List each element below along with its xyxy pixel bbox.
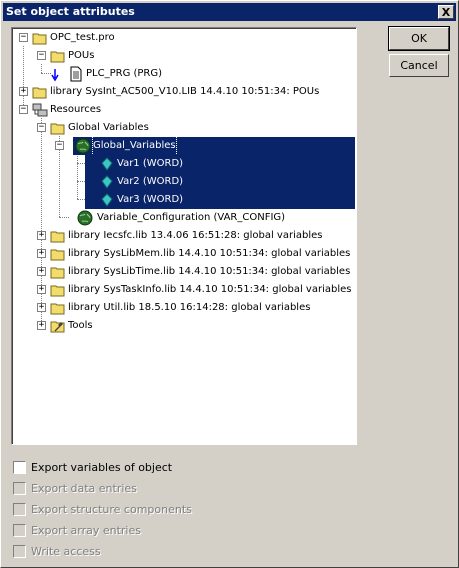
tree-node-label: Tools — [68, 320, 93, 331]
export-array-entries-checkbox — [13, 524, 26, 537]
resources-icon — [32, 103, 48, 117]
document-icon — [70, 66, 82, 82]
tree-node-label: POUs — [68, 50, 95, 61]
tree-node-label: library Util.lib 18.5.10 16:14:28: globa… — [68, 302, 311, 313]
write-access-checkbox — [13, 545, 26, 558]
tree-node-label: Global_Variables — [92, 136, 177, 156]
folder-icon — [50, 231, 65, 243]
variable-icon — [101, 193, 113, 207]
collapse-toggle[interactable]: − — [37, 123, 46, 132]
variable-icon — [101, 175, 113, 189]
tree-line — [77, 154, 78, 199]
expand-toggle[interactable]: + — [37, 267, 46, 276]
collapse-toggle[interactable]: − — [19, 33, 28, 42]
folder-icon — [50, 267, 65, 279]
option-label: Export array entries — [31, 524, 141, 537]
tree-node-label: Resources — [50, 104, 102, 115]
cancel-button[interactable]: Cancel — [389, 54, 449, 77]
expand-toggle[interactable]: + — [37, 231, 46, 240]
title-bar[interactable]: Set object attributes X — [3, 3, 456, 21]
tree-node-plc-prg[interactable]: PLC_PRG (PRG) — [13, 65, 353, 83]
collapse-toggle[interactable]: − — [55, 141, 64, 150]
tree-node-label: PLC_PRG (PRG) — [86, 68, 163, 79]
tree-node-tools[interactable]: + Tools — [13, 317, 353, 335]
tree-node-label: library SysLibMem.lib 14.4.10 10:51:34: … — [68, 248, 351, 259]
tree-node-var3[interactable]: Var3 (WORD) — [85, 191, 355, 209]
collapse-toggle[interactable]: − — [19, 105, 28, 114]
tree-node-label: Var1 (WORD) — [117, 158, 184, 169]
folder-icon — [32, 87, 47, 99]
expand-toggle[interactable]: + — [37, 303, 46, 312]
globe-icon — [75, 138, 91, 154]
tree-node-label: library SysTaskInfo.lib 14.4.10 10:51:34… — [68, 284, 352, 295]
folder-icon — [50, 123, 65, 135]
tree-node-variable-configuration[interactable]: Variable_Configuration (VAR_CONFIG) — [13, 209, 353, 227]
globe-icon — [77, 210, 93, 226]
tools-icon — [50, 321, 65, 333]
variable-icon — [101, 157, 113, 171]
tree-node-global-variables-folder[interactable]: − Global Variables — [13, 119, 353, 137]
option-label: Export variables of object — [31, 461, 173, 474]
tree-node-global-variables[interactable]: − Global_Variables — [55, 136, 355, 156]
folder-icon — [50, 51, 65, 63]
tree-node-library-systaskinfo[interactable]: + library SysTaskInfo.lib 14.4.10 10:51:… — [13, 281, 353, 299]
tree-node-label: library Iecsfc.lib 13.4.06 16:51:28: glo… — [68, 230, 323, 241]
folder-icon — [50, 303, 65, 315]
tree-node-library-sysint[interactable]: + library SysInt_AC500_V10.LIB 14.4.10 1… — [13, 83, 353, 101]
tree-node-library-util[interactable]: + library Util.lib 18.5.10 16:14:28: glo… — [13, 299, 353, 317]
tree-node-label: Variable_Configuration (VAR_CONFIG) — [97, 212, 286, 223]
tree-node-library-syslibtime[interactable]: + library SysLibTime.lib 14.4.10 10:51:3… — [13, 263, 353, 281]
tree-node-resources[interactable]: − Resources — [13, 101, 353, 119]
tree-node-label: library SysLibTime.lib 14.4.10 10:51:34:… — [68, 266, 351, 277]
tree-node-pous[interactable]: − POUs — [13, 47, 353, 65]
object-tree[interactable]: − OPC_test.pro − POUs PLC_PRG (PRG) + li… — [11, 27, 357, 445]
tree-node-label: Var3 (WORD) — [117, 194, 184, 205]
tree-node-library-syslibmem[interactable]: + library SysLibMem.lib 14.4.10 10:51:34… — [13, 245, 353, 263]
export-variables-checkbox[interactable] — [13, 461, 26, 474]
close-button[interactable]: X — [438, 5, 454, 19]
tree-node-label: Global Variables — [68, 122, 149, 133]
tree-node-label: Var2 (WORD) — [117, 176, 184, 187]
dialog-title: Set object attributes — [6, 5, 135, 18]
export-data-entries-checkbox — [13, 482, 26, 495]
folder-icon — [32, 33, 47, 45]
option-label: Export data entries — [31, 482, 137, 495]
expand-toggle[interactable]: + — [37, 249, 46, 258]
option-label: Write access — [31, 545, 101, 558]
collapse-toggle[interactable]: − — [37, 51, 46, 60]
expand-toggle[interactable]: + — [37, 321, 46, 330]
ok-button[interactable]: OK — [388, 26, 450, 51]
expand-toggle[interactable]: + — [37, 285, 46, 294]
folder-icon — [50, 285, 65, 297]
tree-node-label: OPC_test.pro — [50, 32, 115, 43]
tree-node-label: library SysInt_AC500_V10.LIB 14.4.10 10:… — [50, 86, 320, 97]
tree-node-var1[interactable]: Var1 (WORD) — [85, 155, 355, 173]
set-object-attributes-dialog: Set object attributes X − OPC_test.pro −… — [0, 0, 459, 568]
export-structure-components-checkbox — [13, 503, 26, 516]
tree-node-var2[interactable]: Var2 (WORD) — [85, 173, 355, 191]
expand-toggle[interactable]: + — [19, 87, 28, 96]
tree-node-project[interactable]: − OPC_test.pro — [13, 29, 353, 47]
folder-icon — [50, 249, 65, 261]
option-label: Export structure components — [31, 503, 192, 516]
arrow-down-icon — [51, 69, 59, 82]
tree-node-library-iecsfc[interactable]: + library Iecsfc.lib 13.4.06 16:51:28: g… — [13, 227, 353, 245]
